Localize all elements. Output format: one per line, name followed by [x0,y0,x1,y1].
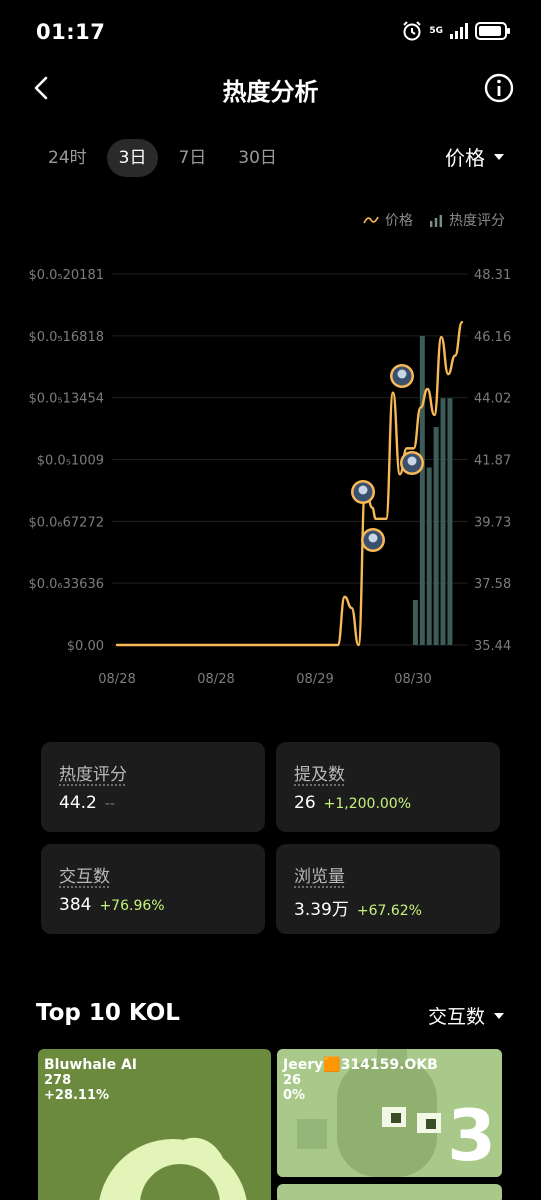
network-label: 5G [429,26,443,36]
chart-axis-labels: $0.0₅20181 48.31 $0.0₅16818 46.16 $0.0₅13454… [28,268,511,687]
stat-label: 交互数 [59,862,247,887]
price-metric-select[interactable]: 价格 [445,142,505,171]
kol-sort-label: 交互数 [428,1002,485,1029]
kol-name: Jeery🟧314159.OKB [283,1057,438,1073]
stat-value: 3.39万 [294,895,349,920]
kol-avatar-marker [351,480,375,504]
stat-card-heat-score[interactable]: 热度评分 44.2 -- [41,742,265,832]
heat-bars [413,336,453,645]
stat-label: 浏览量 [294,862,482,887]
kol-count: 278 [44,1073,137,1088]
y-left-tick-label: $0.0₅1009 [37,454,104,469]
x-tick-label: 08/30 [394,672,431,687]
kol-card[interactable]: Bluwhale AI 278 +28.11% [38,1049,271,1200]
legend-heat: 热度评分 [429,210,505,230]
stat-card-mentions[interactable]: 提及数 26 +1,200.00% [276,742,500,832]
y-right-tick-label: 39.73 [474,515,511,530]
heat-bar [420,336,425,645]
y-right-tick-label: 46.16 [474,330,511,345]
stat-change: -- [105,796,115,812]
kol-change: +28.11% [44,1088,137,1103]
legend-heat-label: 热度评分 [449,210,505,230]
x-tick-label: 08/28 [98,672,135,687]
tab-7d[interactable]: 7日 [166,139,218,177]
legend-price-label: 价格 [385,210,413,230]
y-right-tick-label: 48.31 [474,268,511,283]
heat-bar [413,600,418,645]
legend-price: 价格 [363,210,413,230]
stat-label: 提及数 [294,760,482,785]
tab-30d[interactable]: 30日 [226,139,289,177]
y-right-tick-label: 37.58 [474,577,511,592]
stat-label: 热度评分 [59,760,247,785]
caret-down-icon [493,1012,505,1020]
y-right-tick-label: 44.02 [474,392,511,407]
heat-bar [447,398,452,645]
y-left-tick-label: $0.00 [67,639,104,654]
bar-icon [429,213,443,227]
x-tick-label: 08/28 [197,672,234,687]
y-left-tick-label: $0.0₆67272 [28,515,104,530]
stat-value: 44.2 [59,793,97,813]
tab-3d[interactable]: 3日 [107,139,159,177]
time-range-tabs: 24时 3日 7日 30日 [36,139,289,177]
stat-change: +67.62% [357,903,422,919]
x-tick-label: 08/29 [296,672,333,687]
y-left-tick-label: $0.0₆33636 [28,577,104,592]
stat-value: 26 [294,793,316,813]
signal-icon [449,22,469,40]
y-right-tick-label: 35.44 [474,639,511,654]
chart-legend: 价格 热度评分 [363,210,505,230]
stat-change: +76.96% [99,898,164,914]
stat-card-interactions[interactable]: 交互数 384 +76.96% [41,844,265,934]
y-left-tick-label: $0.0₅20181 [28,268,104,283]
status-time: 01:17 [36,20,105,44]
kol-logo-image [78,1094,268,1200]
kol-card[interactable]: 3 Jeery🟧314159.OKB 26 0% [277,1049,502,1177]
status-icons: 5G [401,20,511,42]
y-right-tick-label: 41.87 [474,454,511,469]
kol-name: Bluwhale AI [44,1057,137,1073]
line-icon [363,214,379,226]
info-icon[interactable] [483,72,515,104]
kol-avatar-marker [390,364,414,388]
stat-change: +1,200.00% [324,796,411,812]
alarm-icon [401,20,423,42]
heat-bar [427,467,432,645]
y-left-tick-label: $0.0₅16818 [28,330,104,345]
kol-count: 26 [283,1073,438,1088]
kol-section-header: Top 10 KOL 交互数 [36,1000,505,1030]
heat-bar [434,427,439,645]
stat-card-views[interactable]: 浏览量 3.39万 +67.62% [276,844,500,934]
page-title: 热度分析 [0,72,541,107]
price-select-label: 价格 [445,142,485,171]
nav-header: 热度分析 [0,66,541,112]
kol-avatar-marker [400,451,424,475]
heat-price-chart: $0.0₅20181 48.31 $0.0₅16818 46.16 $0.0₅13454… [0,250,541,700]
kol-change: 0% [283,1088,438,1103]
battery-icon [475,21,511,41]
y-left-tick-label: $0.0₅13454 [28,392,104,407]
caret-down-icon [493,153,505,161]
kol-rank: 3 [447,1101,496,1171]
kol-card[interactable] [277,1184,502,1200]
status-bar: 01:17 5G [0,0,541,66]
tab-24h[interactable]: 24时 [36,139,99,177]
kol-avatar-marker [361,528,385,552]
heat-bar [441,398,446,645]
stat-value: 384 [59,895,91,915]
kol-sort-select[interactable]: 交互数 [428,1002,505,1029]
